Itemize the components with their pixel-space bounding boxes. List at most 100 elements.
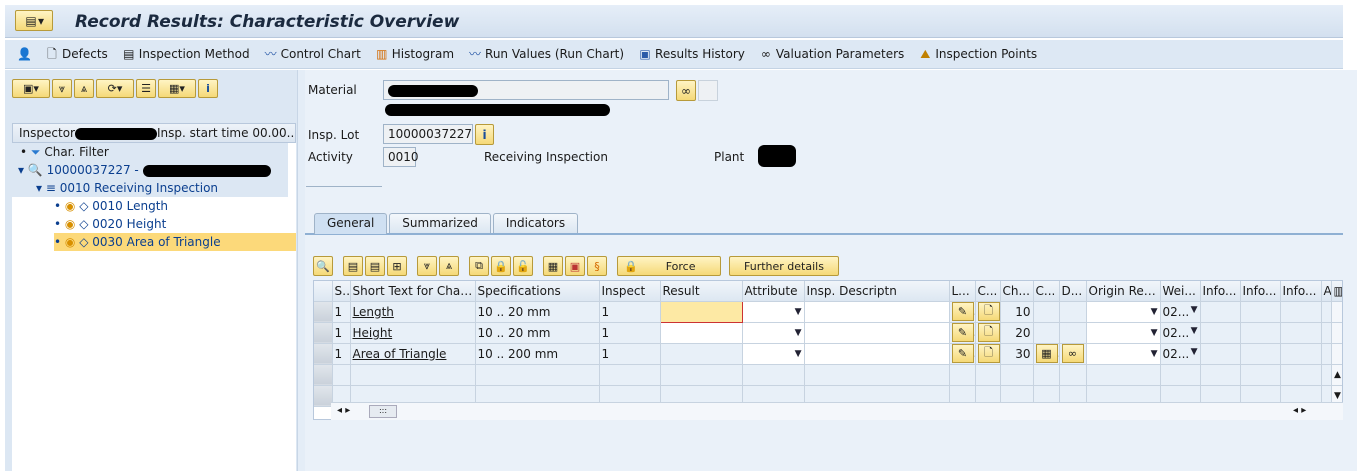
vertical-scrollbar[interactable]: ▲ — [1331, 364, 1342, 386]
result-input[interactable] — [660, 343, 743, 365]
vertical-scrollbar[interactable] — [1331, 343, 1342, 365]
tree-node-char[interactable]: • ◉ ◇ 0010 Length — [54, 197, 168, 215]
insp-description-input[interactable] — [804, 322, 950, 344]
layout-button[interactable]: ▦▾ — [158, 79, 196, 98]
defects-button[interactable]: 🗋 Defects — [45, 47, 108, 61]
menu-button[interactable]: ▤ ▾ — [15, 10, 53, 31]
add-row-button[interactable]: ⊞ — [387, 256, 407, 276]
deselect-button[interactable]: ▤ — [365, 256, 385, 276]
edit-icon[interactable]: ✎ — [951, 344, 974, 363]
column-header[interactable]: Attribute — [742, 281, 805, 302]
details-button[interactable]: 🔍 — [313, 256, 333, 276]
expand-button[interactable]: ⩓ — [439, 256, 459, 276]
lot-info-button[interactable]: i — [475, 124, 494, 145]
tree-node-char[interactable]: • ◉ ◇ 0020 Height — [54, 215, 166, 233]
characteristic-link[interactable]: Height — [353, 326, 393, 340]
histogram-button[interactable]: ▥ Histogram — [375, 47, 454, 61]
horizontal-scrollbar[interactable]: ◂ ▸ ::: ◂ ▸ — [331, 402, 1343, 420]
cell-c[interactable]: 🗋 — [975, 322, 1001, 344]
tab-general[interactable]: General — [314, 213, 388, 234]
cell-c[interactable]: 🗋 — [975, 301, 1001, 323]
origin-dropdown[interactable]: ▼ — [1086, 322, 1161, 344]
table-row[interactable]: ▲ — [314, 364, 1342, 386]
row-selector[interactable] — [314, 385, 333, 407]
info-button[interactable]: i — [198, 79, 218, 98]
tree-node-lot[interactable]: ▾ 🔍 10000037227 - — [12, 161, 288, 179]
row-selector[interactable] — [314, 364, 333, 386]
result-input[interactable] — [660, 322, 743, 344]
refresh-button[interactable]: ⟳▾ — [96, 79, 134, 98]
force-button[interactable]: 🔒 Force — [617, 256, 721, 276]
row-selector-header[interactable] — [314, 281, 333, 302]
cell-c2[interactable] — [1033, 301, 1060, 323]
column-header[interactable]: L... — [949, 281, 976, 302]
attribute-dropdown[interactable]: ▼ — [742, 301, 805, 323]
column-header[interactable]: Info... — [1280, 281, 1322, 302]
expand-button[interactable]: ⩓ — [74, 79, 94, 98]
cell-l[interactable]: ✎ — [949, 301, 976, 323]
scroll-button[interactable]: § — [587, 256, 607, 276]
attribute-dropdown[interactable]: ▼ — [742, 343, 805, 365]
column-header[interactable]: Specifications — [475, 281, 600, 302]
valuation-parameters-button[interactable]: ∞ Valuation Parameters — [759, 47, 904, 61]
table-row[interactable]: 1 Height 10 .. 20 mm 1 ▼ ✎ 🗋 20 ▼ 02... ▼ — [314, 322, 1342, 344]
activity-field[interactable]: 0010 — [383, 147, 419, 167]
insp-description-input[interactable] — [804, 301, 950, 323]
cell-c2[interactable] — [1033, 322, 1060, 344]
user-icon[interactable]: 👤 — [17, 47, 32, 61]
sample-button[interactable]: ⧉ — [469, 256, 489, 276]
vertical-scrollbar[interactable] — [1331, 322, 1342, 344]
cell-l[interactable]: ✎ — [949, 343, 976, 365]
column-header[interactable]: D... — [1059, 281, 1087, 302]
column-header[interactable]: C... — [1033, 281, 1060, 302]
document-icon[interactable]: 🗋 — [977, 323, 999, 342]
collapse-button[interactable]: ⩔ — [417, 256, 437, 276]
insp-description-input[interactable] — [804, 343, 950, 365]
expand-menu-button[interactable]: ▣▾ — [12, 79, 50, 98]
scroll-thumb[interactable]: ::: — [369, 405, 397, 418]
tab-indicators[interactable]: Indicators — [492, 213, 579, 233]
tree-node-char-filter[interactable]: • ⏷ Char. Filter — [12, 143, 288, 161]
cell-short-text[interactable]: Length — [350, 301, 476, 323]
tab-summarized[interactable]: Summarized — [389, 213, 491, 233]
characteristic-link[interactable]: Length — [353, 305, 394, 319]
calendar-button[interactable]: ▣ — [565, 256, 585, 276]
edit-icon[interactable]: ✎ — [951, 302, 974, 321]
column-header[interactable]: Result — [660, 281, 743, 302]
control-chart-button[interactable]: 〰 Control Chart — [264, 47, 361, 61]
glasses-icon[interactable]: ∞ — [1061, 344, 1084, 363]
table-row[interactable]: 1 Length 10 .. 20 mm 1 ▼ ✎ 🗋 10 ▼ 02... ▼ — [314, 300, 1342, 323]
display-material-button[interactable]: ∞ — [676, 80, 696, 101]
document-icon[interactable]: 🗋 — [977, 302, 999, 321]
column-header[interactable]: Insp. Descriptn — [804, 281, 950, 302]
document-icon[interactable]: 🗋 — [977, 344, 999, 363]
column-header[interactable]: Wei... — [1160, 281, 1201, 302]
inspection-method-button[interactable]: ▤ Inspection Method — [122, 47, 249, 61]
weight-dropdown[interactable]: 02... ▼ — [1160, 301, 1201, 323]
collapse-button[interactable]: ⩔ — [52, 79, 72, 98]
characteristic-link[interactable]: Area of Triangle — [353, 347, 447, 361]
edit-icon[interactable]: ✎ — [951, 323, 974, 342]
further-details-button[interactable]: Further details — [729, 256, 839, 276]
weight-dropdown[interactable]: 02... ▼ — [1160, 322, 1201, 344]
layout-icon[interactable]: ▥ — [1331, 281, 1342, 302]
select-all-button[interactable]: ▤ — [343, 256, 363, 276]
column-header[interactable]: A — [1321, 281, 1332, 302]
tree-node-operation[interactable]: ▾ ≡ 0010 Receiving Inspection — [12, 179, 288, 197]
column-header[interactable]: Info... — [1240, 281, 1281, 302]
row-selector[interactable] — [314, 343, 333, 365]
result-input[interactable] — [659, 300, 743, 323]
row-selector[interactable] — [314, 301, 333, 323]
lock-button[interactable]: 🔒 — [491, 256, 511, 276]
vertical-scrollbar[interactable] — [1331, 301, 1342, 323]
cell-c2[interactable]: ▦ — [1033, 343, 1060, 365]
calculator-icon[interactable]: ▦ — [1035, 344, 1058, 363]
column-header[interactable]: S.. — [332, 281, 351, 302]
cell-c[interactable]: 🗋 — [975, 343, 1001, 365]
cell-l[interactable]: ✎ — [949, 322, 976, 344]
origin-dropdown[interactable]: ▼ — [1086, 343, 1161, 365]
run-chart-button[interactable]: 〰 Run Values (Run Chart) — [468, 47, 624, 61]
tree-node-char-selected[interactable]: • ◉ ◇ 0030 Area of Triangle — [54, 233, 296, 251]
cell-d[interactable]: ∞ — [1059, 343, 1087, 365]
inspection-points-button[interactable]: ⛰ Inspection Points — [918, 47, 1037, 61]
